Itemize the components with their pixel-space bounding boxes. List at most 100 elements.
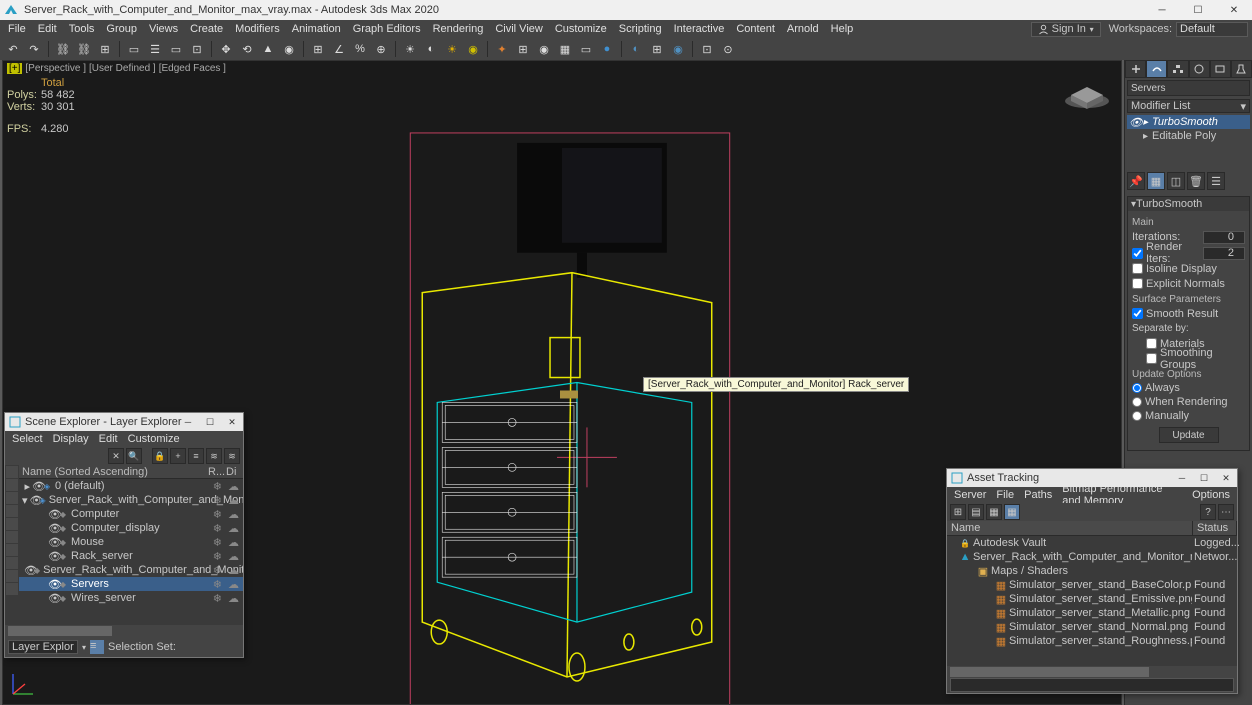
se-menu-display[interactable]: Display — [48, 432, 94, 446]
se-column-header[interactable]: Name (Sorted Ascending) R... Di — [19, 465, 243, 479]
at-row[interactable]: 🔒Autodesk VaultLogged... — [947, 536, 1237, 550]
explicit-normals-checkbox[interactable] — [1132, 278, 1143, 289]
at-tool-help[interactable]: ? — [1200, 504, 1216, 520]
menu-customize[interactable]: Customize — [549, 21, 613, 37]
menu-animation[interactable]: Animation — [286, 21, 347, 37]
at-column-header[interactable]: Name Status — [947, 521, 1237, 536]
menu-content[interactable]: Content — [730, 21, 781, 37]
tab-motion[interactable] — [1189, 60, 1210, 78]
curve-editor-button[interactable]: ✦ — [493, 40, 511, 58]
select-button[interactable]: ▭ — [125, 40, 143, 58]
update-when-rendering-radio[interactable] — [1132, 397, 1142, 407]
se-filter-7[interactable] — [6, 544, 18, 556]
configure-sets-button[interactable]: ☰ — [1207, 172, 1225, 190]
render-button[interactable]: ● — [598, 40, 616, 58]
link-button[interactable]: ⛓ — [54, 40, 72, 58]
at-tool-flat[interactable]: ▦ — [986, 504, 1002, 520]
scale-button[interactable]: ▲ — [259, 40, 277, 58]
se-filter-3[interactable] — [6, 492, 18, 504]
smooth-result-checkbox[interactable] — [1132, 308, 1143, 319]
se-filter-2[interactable] — [6, 479, 18, 491]
smoothing-groups-checkbox[interactable] — [1146, 353, 1157, 364]
se-filter-8[interactable] — [6, 557, 18, 569]
viewcube[interactable] — [1061, 71, 1113, 111]
scene-explorer-titlebar[interactable]: Scene Explorer - Layer Explorer ─ ☐ ✕ — [5, 413, 243, 431]
pin-stack-button[interactable]: 📌 — [1127, 172, 1145, 190]
asset-tracking-titlebar[interactable]: Asset Tracking ─ ☐ ✕ — [947, 469, 1237, 487]
eye-icon[interactable]: 👁 — [1129, 116, 1139, 129]
at-row[interactable]: ▦Simulator_server_stand_Metallic.pngFoun… — [947, 606, 1237, 620]
se-row[interactable]: 👁◆Wires_server❄☁ — [19, 591, 243, 605]
menu-graph-editors[interactable]: Graph Editors — [347, 21, 427, 37]
menu-group[interactable]: Group — [100, 21, 143, 37]
crossing-button[interactable]: ⊡ — [188, 40, 206, 58]
remove-modifier-button[interactable]: 🗑 — [1187, 172, 1205, 190]
modifier-list-dropdown[interactable]: Modifier List▾ — [1127, 99, 1250, 113]
layer-explorer-field[interactable] — [8, 640, 78, 654]
select-name-button[interactable]: ☰ — [146, 40, 164, 58]
iterations-spinner[interactable] — [1203, 231, 1245, 244]
update-button[interactable]: Update — [1159, 427, 1219, 443]
move-button[interactable]: ✥ — [217, 40, 235, 58]
at-menu-options[interactable]: Options — [1187, 488, 1235, 502]
gallery-button[interactable]: ⊞ — [648, 40, 666, 58]
redo-button[interactable]: ↷ — [25, 40, 43, 58]
at-tool-opts[interactable]: ⋯ — [1218, 504, 1234, 520]
se-filter-4[interactable] — [6, 505, 18, 517]
menu-arnold[interactable]: Arnold — [781, 21, 825, 37]
unlink-button[interactable]: ⛓ — [75, 40, 93, 58]
menu-modifiers[interactable]: Modifiers — [229, 21, 286, 37]
se-filter-10[interactable] — [6, 583, 18, 595]
render-iters-spinner[interactable] — [1203, 247, 1245, 260]
make-unique-button[interactable]: ◫ — [1167, 172, 1185, 190]
at-row[interactable]: ▦Simulator_server_stand_Roughness.pngFou… — [947, 634, 1237, 648]
at-minimize-button[interactable]: ─ — [1171, 469, 1193, 487]
workspaces-field[interactable] — [1176, 22, 1248, 37]
se-tool-add-layer[interactable]: + — [170, 448, 186, 464]
se-row[interactable]: ▸👁◈0 (default)❄☁ — [19, 479, 243, 493]
se-tool-clear[interactable]: ✕ — [108, 448, 124, 464]
menu-interactive[interactable]: Interactive — [668, 21, 731, 37]
menu-rendering[interactable]: Rendering — [427, 21, 490, 37]
undo-button[interactable]: ↶ — [4, 40, 22, 58]
menu-create[interactable]: Create — [184, 21, 229, 37]
select-region-button[interactable]: ▭ — [167, 40, 185, 58]
se-menu-select[interactable]: Select — [7, 432, 48, 446]
menu-file[interactable]: File — [2, 21, 32, 37]
tab-hierarchy[interactable] — [1167, 60, 1188, 78]
layer-button[interactable]: ◉ — [464, 40, 482, 58]
at-maximize-button[interactable]: ☐ — [1193, 469, 1215, 487]
render-online-button[interactable]: ◐ — [627, 40, 645, 58]
menu-help[interactable]: Help — [825, 21, 860, 37]
tab-create[interactable] — [1125, 60, 1146, 78]
at-menu-server[interactable]: Server — [949, 488, 991, 502]
tab-display[interactable] — [1210, 60, 1231, 78]
at-close-button[interactable]: ✕ — [1215, 469, 1237, 487]
at-menu-file[interactable]: File — [991, 488, 1019, 502]
maximize-button[interactable]: ☐ — [1180, 0, 1216, 20]
render-setup-button[interactable]: ▦ — [556, 40, 574, 58]
at-row[interactable]: ▦Simulator_server_stand_Emissive.pngFoun… — [947, 592, 1237, 606]
se-tool-lock[interactable]: 🔒 — [152, 448, 168, 464]
angle-snap-button[interactable]: ∠ — [330, 40, 348, 58]
named-sets-button[interactable]: ☀ — [401, 40, 419, 58]
se-row[interactable]: 👁◆Servers❄☁ — [19, 577, 243, 591]
isoline-checkbox[interactable] — [1132, 263, 1143, 274]
tab-modify[interactable] — [1146, 60, 1167, 78]
rollup-header[interactable]: ▾ TurboSmooth — [1128, 197, 1249, 211]
render-iters-checkbox[interactable] — [1132, 248, 1143, 259]
material-editor-button[interactable]: ◉ — [535, 40, 553, 58]
se-filter-9[interactable] — [6, 570, 18, 582]
at-tool-refresh[interactable]: ⊞ — [950, 504, 966, 520]
spinner-snap-button[interactable]: ⊕ — [372, 40, 390, 58]
at-path-field[interactable] — [950, 678, 1234, 692]
chevron-down-icon[interactable]: ▾ — [82, 643, 86, 652]
se-tool-search[interactable]: 🔍 — [126, 448, 142, 464]
se-row[interactable]: ▾👁◈Server_Rack_with_Computer_and_Monitor… — [19, 493, 243, 507]
bind-button[interactable]: ⊞ — [96, 40, 114, 58]
place-button[interactable]: ◉ — [280, 40, 298, 58]
se-close-button[interactable]: ✕ — [221, 413, 243, 431]
se-menu-customize[interactable]: Customize — [123, 432, 185, 446]
misc-tool-1[interactable]: ⊡ — [698, 40, 716, 58]
at-row[interactable]: ▲Server_Rack_with_Computer_and_Monitor_m… — [947, 550, 1237, 564]
